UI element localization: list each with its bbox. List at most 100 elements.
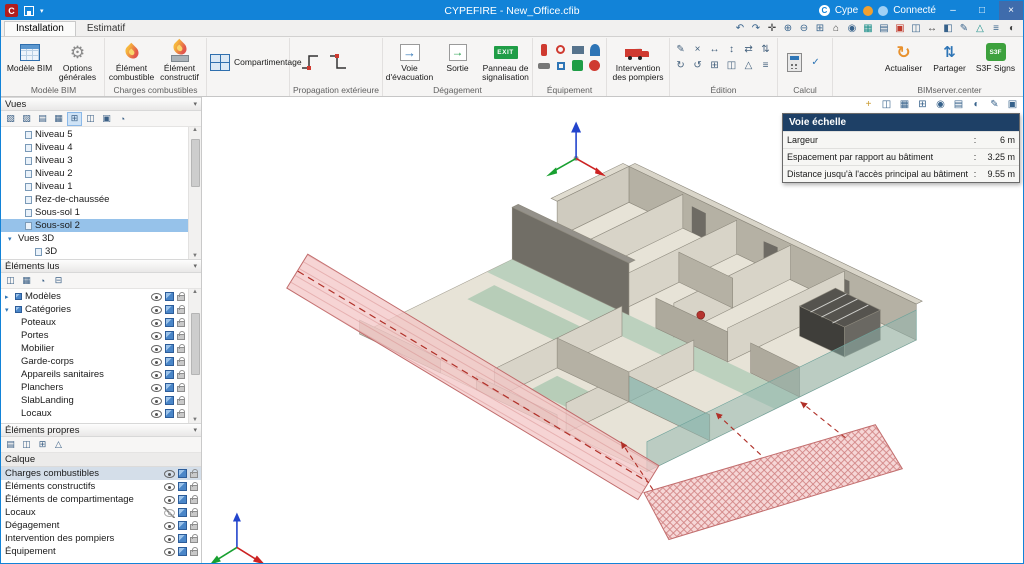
check-results-icon[interactable]: ✓ — [808, 55, 823, 70]
tab-estimatif[interactable]: Estimatif — [76, 22, 136, 36]
zoom-out-icon[interactable]: ⊖ — [797, 21, 811, 35]
calculator-icon[interactable] — [787, 53, 802, 72]
cube-icon[interactable] — [165, 370, 174, 379]
cube-icon[interactable] — [178, 534, 187, 543]
expander-icon[interactable]: ▸ — [5, 293, 12, 301]
notifications-icon[interactable] — [878, 6, 888, 16]
panneau-signalisation-button[interactable]: EXIT Panneau de signalisation — [482, 39, 529, 85]
cube-icon[interactable] — [165, 357, 174, 366]
cube-icon[interactable] — [178, 469, 187, 478]
lock-icon[interactable] — [177, 334, 185, 340]
layer-row-elements-constructifs[interactable]: Éléments constructifs — [1, 480, 201, 493]
add-view-icon[interactable]: ⊞ — [916, 98, 929, 111]
cube-icon[interactable] — [165, 409, 174, 418]
cube-icon[interactable] — [178, 495, 187, 504]
cube-icon[interactable] — [178, 521, 187, 530]
eye-icon[interactable] — [150, 317, 162, 328]
cube-icon[interactable] — [178, 482, 187, 491]
expand-all-icon[interactable]: ◫ — [3, 274, 18, 288]
target-icon[interactable]: ◉ — [934, 98, 947, 111]
layer-add-icon[interactable]: ⊞ — [35, 438, 50, 452]
view-filter2-icon[interactable]: ▨ — [19, 112, 34, 126]
layers-icon[interactable]: ▤ — [952, 98, 965, 111]
frame-icon[interactable]: ▣ — [1006, 98, 1019, 111]
eye-icon[interactable] — [150, 291, 162, 302]
detector-icon[interactable] — [553, 58, 568, 73]
lock-icon[interactable] — [190, 537, 198, 543]
rotate-cw-icon[interactable]: ↻ — [673, 58, 688, 73]
tree-item-garde-corps[interactable]: Garde-corps — [1, 355, 188, 368]
eye-off-icon[interactable] — [163, 507, 175, 518]
layer-split-icon[interactable]: ◫ — [19, 438, 34, 452]
section-icon[interactable]: ◧ — [941, 21, 955, 35]
lock-icon[interactable] — [190, 472, 198, 478]
options-generales-button[interactable]: ⚙ Options générales — [54, 39, 101, 85]
lock-icon[interactable] — [190, 498, 198, 504]
bimserver-sync-icon[interactable] — [863, 6, 873, 16]
view-clock-icon[interactable]: ◔ — [115, 112, 130, 126]
eye-icon[interactable] — [150, 343, 162, 354]
elements-lus-panel-header[interactable]: Éléments lus ▾ — [1, 259, 201, 273]
element-constructif-button[interactable]: Élément constructif — [156, 39, 203, 85]
layer-row-elements-compartimentage[interactable]: Éléments de compartimentage — [1, 493, 201, 506]
lock-all-icon[interactable]: ⊟ — [51, 274, 66, 288]
order-icon[interactable]: ⇅ — [758, 42, 773, 57]
cube-icon[interactable] — [165, 344, 174, 353]
eye-icon[interactable] — [163, 494, 175, 505]
view-split-icon[interactable]: ◫ — [83, 112, 98, 126]
actualiser-button[interactable]: ↻ Actualiser — [881, 39, 926, 85]
lock-icon[interactable] — [177, 308, 185, 314]
tree-item-slablanding[interactable]: SlabLanding — [1, 394, 188, 407]
tree-item-sous-sol-1[interactable]: Sous-sol 1 — [1, 206, 188, 219]
eye-icon[interactable] — [150, 369, 162, 380]
lock-icon[interactable] — [190, 485, 198, 491]
tree-item-niveau-1[interactable]: Niveau 1 — [1, 180, 188, 193]
signal-panel-icon[interactable] — [570, 58, 585, 73]
eye-icon[interactable] — [150, 304, 162, 315]
tree-item-poteaux[interactable]: Poteaux — [1, 316, 188, 329]
collapse-icon[interactable]: ▾ — [193, 426, 197, 434]
eye-icon[interactable] — [150, 356, 162, 367]
camera-icon[interactable] — [570, 42, 585, 57]
minimize-button[interactable]: – — [941, 1, 965, 20]
zoom-window-icon[interactable]: ⊞ — [813, 21, 827, 35]
lock-icon[interactable] — [177, 412, 185, 418]
box-view-icon[interactable]: ◫ — [880, 98, 893, 111]
tab-installation[interactable]: Installation — [4, 21, 76, 36]
measure-icon[interactable]: △ — [741, 58, 756, 73]
eye-icon[interactable] — [163, 481, 175, 492]
lock-icon[interactable] — [177, 386, 185, 392]
expander-icon[interactable]: ▾ — [8, 235, 15, 243]
tree-item-vues-3d[interactable]: ▾Vues 3D — [1, 232, 188, 245]
cube-icon[interactable] — [165, 396, 174, 405]
tree-item-modeles[interactable]: ▸Modèles — [1, 290, 188, 303]
orientation-gizmo[interactable] — [546, 122, 606, 177]
partager-button[interactable]: ⇅ Partager — [927, 39, 972, 85]
layer-row-charges-combustibles[interactable]: Charges combustibles — [1, 467, 201, 480]
layers-icon[interactable]: ◫ — [909, 21, 923, 35]
cube-icon[interactable] — [165, 305, 174, 314]
3d-view-icon[interactable]: △ — [973, 21, 987, 35]
previous-view-icon[interactable]: ◉ — [845, 21, 859, 35]
cube-icon[interactable] — [178, 547, 187, 556]
sortie-button[interactable]: → Sortie — [434, 39, 481, 85]
elements-lus-scrollbar[interactable]: ▲▼ — [188, 289, 201, 423]
elements-propres-panel-header[interactable]: Éléments propres ▾ — [1, 423, 201, 437]
app-logo-icon[interactable]: C — [5, 4, 18, 17]
reference-icon[interactable]: ▣ — [893, 21, 907, 35]
account-name[interactable]: Cype — [835, 5, 858, 16]
layer-list-icon[interactable]: ▤ — [3, 438, 18, 452]
move-v-icon[interactable]: ↕ — [724, 42, 739, 57]
ortho-icon[interactable]: ▤ — [877, 21, 891, 35]
element-combustible-button[interactable]: Élément combustible — [108, 39, 155, 85]
alarm-bell-icon[interactable] — [587, 42, 602, 57]
view-grid-icon[interactable]: ▦ — [51, 112, 66, 126]
eye-icon[interactable] — [150, 382, 162, 393]
layer-row-locaux[interactable]: Locaux — [1, 506, 201, 519]
tree-item-portes[interactable]: Portes — [1, 329, 188, 342]
view-filter-icon[interactable]: ▧ — [3, 112, 18, 126]
mirror-icon[interactable]: ◫ — [724, 58, 739, 73]
lock-icon[interactable] — [190, 511, 198, 517]
compartimentage-button[interactable]: Compartimentage — [210, 39, 286, 85]
tree-item-locaux[interactable]: Locaux — [1, 407, 188, 420]
